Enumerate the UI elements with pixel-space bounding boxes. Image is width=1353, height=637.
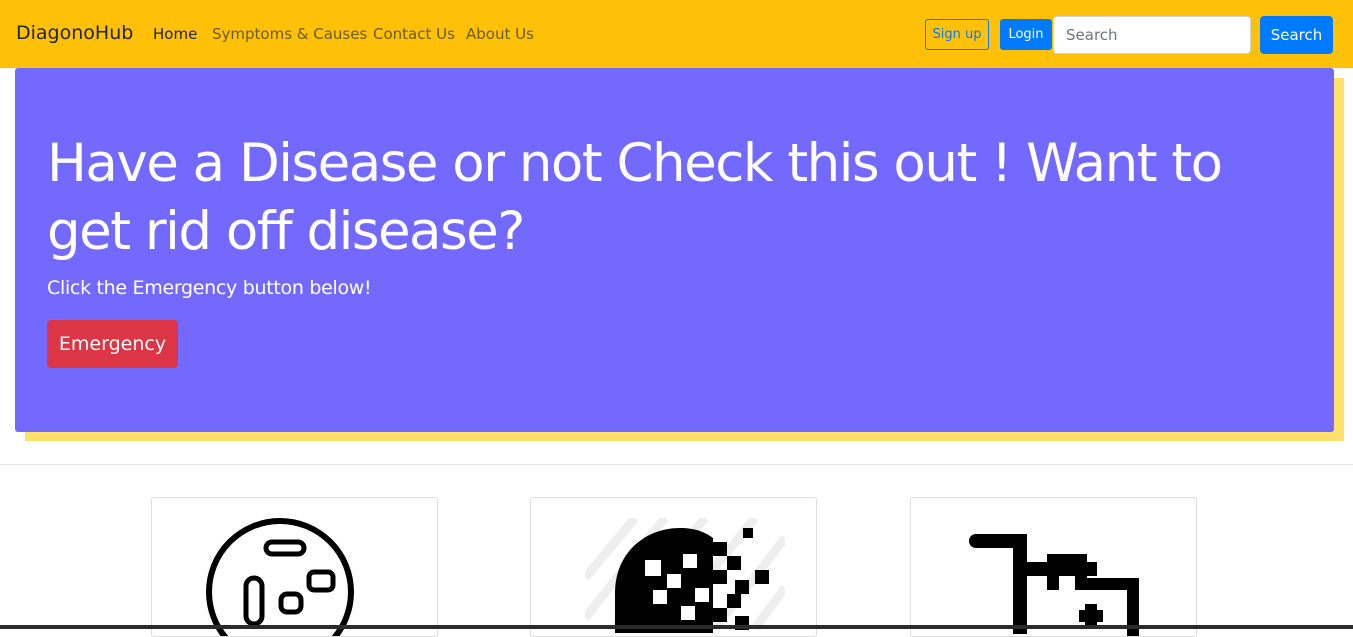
hero-jumbotron: Have a Disease or not Check this out ! W… [15,68,1334,432]
search-input[interactable] [1053,16,1251,54]
head-disintegrating-icon [585,518,785,633]
search-button[interactable]: Search [1260,16,1333,54]
card-3[interactable] [910,497,1197,637]
hero-title: Have a Disease or not Check this out ! W… [47,133,1223,262]
nav-about-us[interactable]: About Us [466,25,534,43]
signup-button[interactable]: Sign up [925,19,989,50]
nav-symptoms-causes[interactable]: Symptoms & Causes [212,25,367,43]
brand-logo[interactable]: DiagonoHub [16,22,133,44]
hero-subtitle: Click the Emergency button below! [47,277,372,299]
nav-home[interactable]: Home [153,25,197,43]
section-divider [0,464,1353,465]
wheelchair-medical-icon [969,534,1139,636]
login-button[interactable]: Login [1000,19,1052,50]
nav-contact-us[interactable]: Contact Us [373,25,455,43]
taskbar-edge [0,625,1353,629]
bacteria-cell-icon [206,518,354,636]
emergency-button[interactable]: Emergency [47,320,178,368]
card-2[interactable] [530,497,817,637]
card-1[interactable] [151,497,438,637]
navbar: DiagonoHub Home Symptoms & Causes Contac… [0,0,1353,68]
